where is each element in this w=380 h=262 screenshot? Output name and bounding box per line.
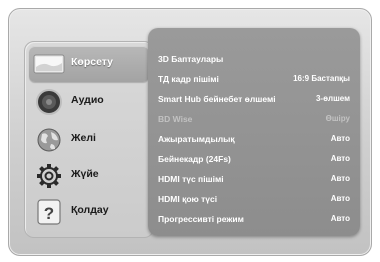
setting-row-resolution[interactable]: Ажыратымдылық Авто <box>148 132 360 150</box>
settings-screen: Көрсету Аудио Желі Жүйе ? Қолдау 3D Бапт… <box>0 0 380 262</box>
sidebar: Көрсету Аудио Желі Жүйе ? Қолдау <box>24 41 154 238</box>
setting-row-hdmi-color-format[interactable]: HDMI түс пішімі Авто <box>148 172 360 190</box>
setting-label: 3D Баптаулары <box>158 54 224 64</box>
help-icon: ? <box>33 198 65 226</box>
setting-label: Бейнекадр (24Fs) <box>158 154 231 164</box>
sidebar-item-label: Аудио <box>71 94 104 106</box>
sidebar-item-display[interactable]: Көрсету <box>29 46 149 82</box>
sidebar-item-audio[interactable]: Аудио <box>29 84 149 120</box>
setting-row-tv-aspect[interactable]: ТД кадр пішімі 16:9 Бастапқы <box>148 72 360 90</box>
setting-value: 3-өлшем <box>315 94 350 103</box>
setting-row-3d[interactable]: 3D Баптаулары <box>148 52 360 70</box>
setting-value: Өшіру <box>325 114 350 123</box>
setting-label: HDMI түс пішімі <box>158 174 224 184</box>
setting-label: Smart Hub бейнебет өлшемі <box>158 94 276 104</box>
setting-value: Авто <box>330 134 350 143</box>
sidebar-item-label: Қолдау <box>71 204 109 216</box>
svg-text:?: ? <box>44 204 54 223</box>
setting-label: Прогрессивті режим <box>158 214 244 224</box>
gear-icon <box>33 162 65 190</box>
setting-value: Авто <box>330 214 350 223</box>
setting-row-hdmi-deep-color[interactable]: HDMI қою түсі Авто <box>148 192 360 210</box>
sidebar-item-support[interactable]: ? Қолдау <box>29 194 149 230</box>
setting-row-bd-wise: BD Wise Өшіру <box>148 112 360 130</box>
sidebar-item-network[interactable]: Желі <box>29 122 149 158</box>
setting-value: Авто <box>330 154 350 163</box>
setting-row-progressive-mode[interactable]: Прогрессивті режим Авто <box>148 212 360 230</box>
display-settings-panel: 3D Баптаулары ТД кадр пішімі 16:9 Бастап… <box>148 28 360 236</box>
sidebar-item-label: Көрсету <box>71 56 114 68</box>
display-icon <box>33 50 65 78</box>
sidebar-item-label: Желі <box>71 132 96 144</box>
sidebar-item-system[interactable]: Жүйе <box>29 158 149 194</box>
setting-row-smart-hub-size[interactable]: Smart Hub бейнебет өлшемі 3-өлшем <box>148 92 360 110</box>
setting-label: BD Wise <box>158 114 193 124</box>
setting-value: Авто <box>330 174 350 183</box>
speaker-icon <box>33 88 65 116</box>
setting-row-movie-frame[interactable]: Бейнекадр (24Fs) Авто <box>148 152 360 170</box>
setting-label: HDMI қою түсі <box>158 194 218 204</box>
setting-value: 16:9 Бастапқы <box>293 74 350 83</box>
setting-label: ТД кадр пішімі <box>158 74 219 84</box>
setting-label: Ажыратымдылық <box>158 134 235 144</box>
sidebar-item-label: Жүйе <box>71 168 99 180</box>
setting-value: Авто <box>330 194 350 203</box>
network-globe-icon <box>33 126 65 154</box>
